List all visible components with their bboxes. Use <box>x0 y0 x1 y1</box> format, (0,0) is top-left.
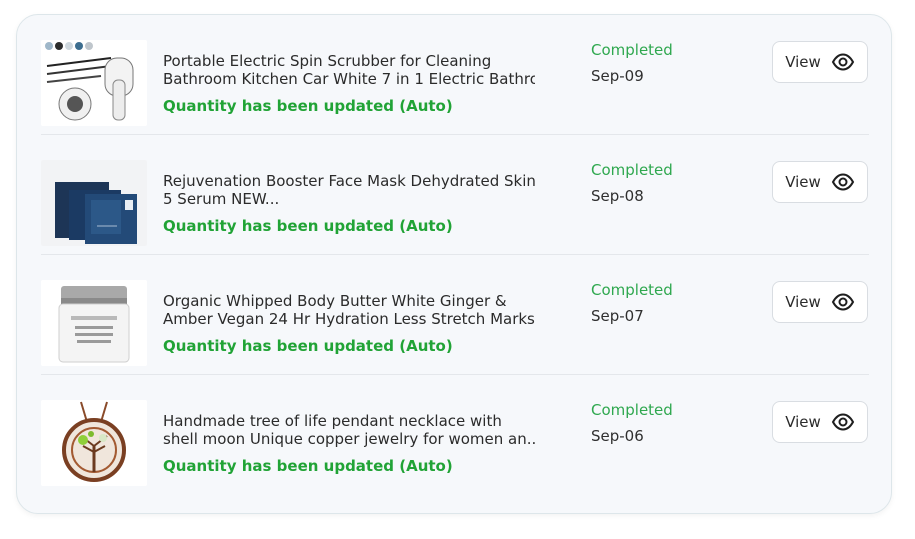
view-button-label: View <box>785 413 821 431</box>
order-date: Sep-09 <box>591 67 644 85</box>
product-title[interactable]: Handmade tree of life pendant necklace w… <box>163 412 535 448</box>
product-thumbnail <box>41 160 147 246</box>
order-status: Completed <box>591 401 673 419</box>
face-mask-product-image <box>41 160 147 246</box>
view-button[interactable]: View <box>772 281 868 323</box>
view-button-label: View <box>785 53 821 71</box>
order-row: Handmade tree of life pendant necklace w… <box>41 375 869 495</box>
order-date: Sep-06 <box>591 427 644 445</box>
eye-icon <box>831 53 854 71</box>
body-butter-product-image <box>41 280 147 366</box>
quantity-update-note: Quantity has been updated (Auto) <box>163 217 453 235</box>
order-date: Sep-07 <box>591 307 644 325</box>
order-status: Completed <box>591 281 673 299</box>
product-title[interactable]: Portable Electric Spin Scrubber for Clea… <box>163 52 535 88</box>
quantity-update-note: Quantity has been updated (Auto) <box>163 457 453 475</box>
order-status: Completed <box>591 41 673 59</box>
view-button[interactable]: View <box>772 401 868 443</box>
quantity-update-note: Quantity has been updated (Auto) <box>163 97 453 115</box>
order-row: Organic Whipped Body Butter White Ginger… <box>41 255 869 375</box>
eye-icon <box>831 413 854 431</box>
product-title[interactable]: Rejuvenation Booster Face Mask Dehydrate… <box>163 172 535 208</box>
pendant-necklace-product-image <box>41 400 147 486</box>
order-date: Sep-08 <box>591 187 644 205</box>
quantity-update-note: Quantity has been updated (Auto) <box>163 337 453 355</box>
product-thumbnail <box>41 40 147 126</box>
view-button[interactable]: View <box>772 161 868 203</box>
product-thumbnail <box>41 280 147 366</box>
product-thumbnail <box>41 400 147 486</box>
spin-scrubber-product-image <box>41 40 147 126</box>
order-row: Portable Electric Spin Scrubber for Clea… <box>41 15 869 135</box>
eye-icon <box>831 173 854 191</box>
view-button-label: View <box>785 293 821 311</box>
view-button[interactable]: View <box>772 41 868 83</box>
order-status: Completed <box>591 161 673 179</box>
eye-icon <box>831 293 854 311</box>
orders-card: Portable Electric Spin Scrubber for Clea… <box>16 14 892 514</box>
order-row: Rejuvenation Booster Face Mask Dehydrate… <box>41 135 869 255</box>
view-button-label: View <box>785 173 821 191</box>
product-title[interactable]: Organic Whipped Body Butter White Ginger… <box>163 292 535 328</box>
